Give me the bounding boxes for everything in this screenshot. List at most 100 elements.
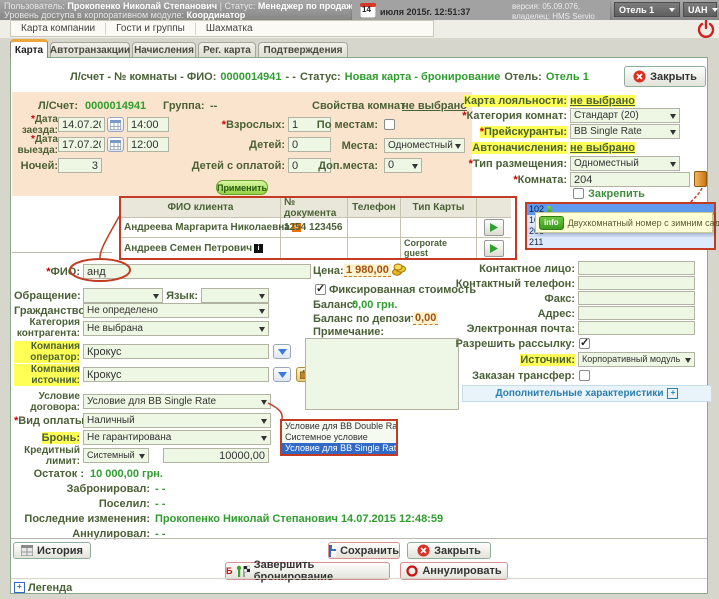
language-label: Язык: (166, 290, 198, 302)
tab-card[interactable]: Карта (10, 39, 48, 58)
arrival-time-input[interactable] (127, 117, 169, 132)
credit-limit-type-select[interactable]: Системный (83, 448, 149, 463)
currency-selector[interactable]: UAH (683, 2, 717, 17)
extra-characteristics-expander[interactable]: Дополнительные характеристики + (462, 385, 712, 402)
chevron-down-icon (259, 294, 265, 299)
placement-type-select[interactable]: Одноместный (570, 156, 680, 171)
calendar-icon (110, 120, 121, 130)
autocharges-link[interactable]: не выбрано (570, 142, 635, 154)
email-input[interactable] (578, 321, 695, 335)
legend-expand-icon[interactable]: + (14, 582, 25, 593)
operator-company-picker-button[interactable] (273, 344, 291, 359)
tab-autotransactions[interactable]: Автотранзакции (50, 42, 130, 58)
departure-time-input[interactable] (127, 137, 169, 152)
open-client-button[interactable] (484, 219, 504, 236)
transfer-ordered-checkbox[interactable] (579, 370, 590, 381)
loyalty-card-link[interactable]: не выбрано (570, 95, 635, 107)
arrival-calendar-button[interactable] (107, 117, 124, 132)
hold-label: Бронь: (14, 432, 80, 444)
nav-item-company-card[interactable]: Карта компании (11, 23, 106, 35)
source-company-picker-button[interactable] (273, 367, 291, 382)
salutation-select[interactable] (83, 288, 163, 303)
tab-label: Начисления (134, 45, 194, 56)
credit-limit-amount-input[interactable] (163, 448, 269, 463)
coins-icon[interactable] (392, 263, 407, 276)
dropdown-option[interactable]: Системное условие (282, 432, 396, 443)
nav-item-chessboard[interactable]: Шахматка (196, 23, 263, 35)
finish-booking-icon: Б (226, 566, 232, 576)
price-label: Цена: (313, 265, 344, 277)
pin-room-label: Закрепить (588, 188, 645, 200)
contact-phone-label: Контактный телефон: (448, 278, 575, 290)
contact-phone-input[interactable] (578, 276, 695, 290)
price-value[interactable]: 1 980,00 (344, 264, 391, 277)
history-button[interactable]: История (13, 542, 91, 559)
autocharges-label: Автоначисления: (440, 142, 567, 154)
pricelist-select[interactable]: BB Single Rate (570, 124, 680, 139)
account-number: 0000014941 (220, 71, 281, 83)
chevron-down-icon (669, 8, 675, 12)
last-changes-value: Прокопенко Николай Степанович 14.07.2015… (155, 513, 443, 525)
counterparty-category-select[interactable]: Не выбрана (83, 321, 269, 336)
tab-reg-card[interactable]: Рег. карта (198, 42, 256, 58)
open-client-button[interactable] (484, 240, 504, 257)
nights-input[interactable] (58, 158, 102, 173)
room-category-select[interactable]: Стандарт (20) (570, 108, 680, 123)
room-option[interactable]: 211 (527, 237, 714, 248)
source-company-input[interactable] (83, 367, 269, 382)
address-input[interactable] (578, 306, 695, 320)
chevron-down-icon (412, 164, 418, 169)
note-textarea[interactable] (305, 338, 459, 410)
by-places-checkbox[interactable] (384, 119, 395, 130)
pin-room-checkbox[interactable] (573, 188, 584, 199)
save-icon (329, 545, 336, 557)
contract-condition-select[interactable]: Условие для BB Single Rate (83, 394, 271, 409)
account-value: 0000014941 (85, 100, 146, 112)
extra-places-label: Доп.места: (300, 160, 378, 172)
mailing-permission-checkbox[interactable] (579, 338, 590, 349)
client-row[interactable]: Андреев Семен Петровичi Corporate guest (121, 238, 515, 258)
play-icon (490, 244, 498, 253)
placement-type-label: *Тип размещения: (440, 158, 567, 170)
tab-charges[interactable]: Начисления (132, 42, 196, 58)
room-picker-button[interactable] (694, 171, 707, 187)
tab-confirmations[interactable]: Подтверждения (258, 42, 348, 58)
close-button-bottom[interactable]: Закрыть (407, 542, 491, 559)
operator-company-input[interactable] (83, 344, 269, 359)
nav-item-guests-groups[interactable]: Гости и группы (106, 23, 196, 35)
dropdown-option[interactable]: Условие для BB Double Rate (282, 421, 396, 432)
departure-date-input[interactable] (58, 137, 105, 152)
close-button-label: Закрыть (650, 71, 697, 83)
hold-select[interactable]: Не гарантирована (83, 430, 271, 445)
checkered-flag-icon (236, 565, 249, 577)
departure-calendar-button[interactable] (107, 137, 124, 152)
col-header-document: № документа (281, 198, 348, 218)
fax-input[interactable] (578, 291, 695, 305)
client-document-cell: 1254 123456 (281, 218, 348, 238)
close-card-button-top[interactable]: Закрыть (624, 66, 706, 87)
client-row[interactable]: Андреева Маргарита Николаевнаv 1254 1234… (121, 218, 515, 238)
power-logout-icon[interactable] (697, 20, 715, 38)
fixed-price-checkbox[interactable] (315, 284, 326, 295)
hold-value: Не гарантирована (87, 432, 171, 443)
room-number-input[interactable] (570, 172, 690, 187)
contact-person-input[interactable] (578, 261, 695, 275)
arrival-date-input[interactable] (58, 117, 105, 132)
current-date-time: июля 2015г. 12:51:37 (380, 7, 470, 17)
group-label: Группа: (163, 100, 205, 112)
payment-type-select[interactable]: Наличный (83, 413, 271, 428)
fio-input[interactable] (83, 264, 311, 279)
dropdown-option-selected[interactable]: Условие для BB Single Rate (282, 443, 396, 454)
source-select[interactable]: Корпоративный модуль (578, 352, 695, 367)
hotel-selector[interactable]: Отель 1 (614, 2, 680, 17)
citizenship-select[interactable]: Не определено (83, 303, 269, 318)
room-option-label: 211 (529, 237, 543, 248)
extra-places-select[interactable]: 0 (384, 158, 422, 173)
apply-button[interactable]: Применить (216, 180, 268, 195)
deposit-balance-value[interactable]: 0,00 (413, 312, 438, 325)
save-button-label: Сохранить (340, 545, 399, 557)
language-select[interactable] (201, 288, 269, 303)
balance-value: 0,00 грн. (352, 299, 397, 311)
save-button[interactable]: Сохранить (328, 542, 400, 559)
clients-table-header: ФИО клиента № документа Телефон Тип Карт… (121, 198, 515, 218)
